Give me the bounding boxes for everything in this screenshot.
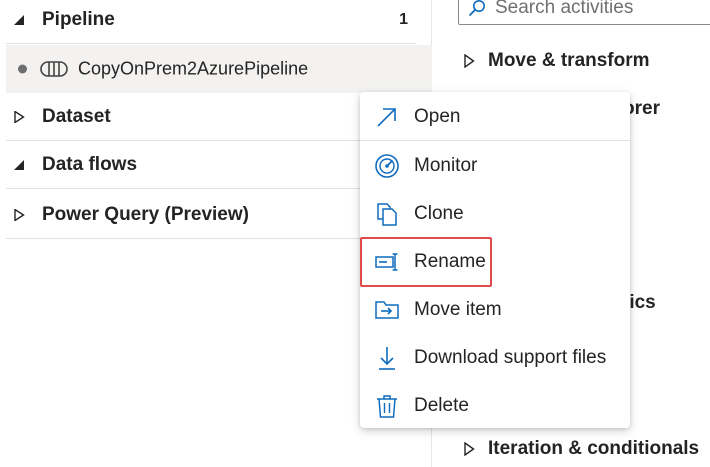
menu-divider <box>360 140 630 141</box>
menu-item-label: Delete <box>414 395 469 416</box>
menu-item-move[interactable]: Move item <box>360 290 630 330</box>
caret-collapsed-icon <box>14 110 25 123</box>
section-pipeline[interactable]: Pipeline 1 <box>6 0 416 44</box>
delete-trash-icon <box>377 395 397 418</box>
move-item-icon <box>375 301 399 319</box>
section-dataset[interactable]: Dataset <box>6 93 416 141</box>
menu-item-clone[interactable]: Clone <box>360 194 630 234</box>
caret-collapsed-icon <box>464 442 475 456</box>
caret-collapsed-icon <box>464 54 475 68</box>
pipeline-icon <box>40 61 68 77</box>
section-label: Dataset <box>42 105 111 127</box>
menu-item-label: Open <box>414 106 461 127</box>
menu-item-download-support-files[interactable]: Download support files <box>360 338 630 378</box>
section-count: 1 <box>399 10 408 28</box>
menu-item-label: Monitor <box>414 155 478 176</box>
open-arrow-icon <box>377 108 396 127</box>
category-label: Iteration & conditionals <box>488 438 700 459</box>
clone-icon <box>377 203 397 226</box>
menu-item-label: Move item <box>414 299 502 320</box>
menu-item-label: Clone <box>414 203 464 224</box>
search-input[interactable] <box>495 0 710 20</box>
menu-item-rename[interactable]: Rename <box>360 242 630 282</box>
category-label: Move & transform <box>488 50 650 71</box>
category-iteration-conditionals[interactable]: Iteration & conditionals <box>463 434 710 464</box>
section-label: Data flows <box>42 153 138 175</box>
context-menu: Open Monitor Clone Rename Move item Down… <box>360 92 630 428</box>
pipeline-item[interactable]: CopyOnPrem2AzurePipeline <box>6 45 432 93</box>
menu-item-label: Rename <box>414 251 486 272</box>
monitor-gauge-icon <box>375 154 399 178</box>
pipeline-item-label: CopyOnPrem2AzurePipeline <box>78 58 309 79</box>
section-power-query[interactable]: Power Query (Preview) <box>6 191 416 239</box>
caret-expanded-icon <box>14 14 24 25</box>
search-box[interactable] <box>458 0 710 25</box>
section-data-flows[interactable]: Data flows <box>6 141 416 189</box>
status-dot-icon <box>18 64 27 74</box>
caret-expanded-icon <box>14 159 24 170</box>
section-label: Power Query (Preview) <box>42 203 249 225</box>
download-icon <box>379 347 395 370</box>
section-label: Pipeline <box>42 8 115 30</box>
caret-collapsed-icon <box>14 208 25 221</box>
category-move-transform[interactable]: Move & transform <box>463 46 710 76</box>
search-icon <box>469 0 485 16</box>
menu-item-open[interactable]: Open <box>360 97 630 137</box>
rename-icon <box>375 253 398 271</box>
menu-item-monitor[interactable]: Monitor <box>360 146 630 186</box>
menu-item-label: Download support files <box>414 347 607 368</box>
menu-item-delete[interactable]: Delete <box>360 386 630 426</box>
